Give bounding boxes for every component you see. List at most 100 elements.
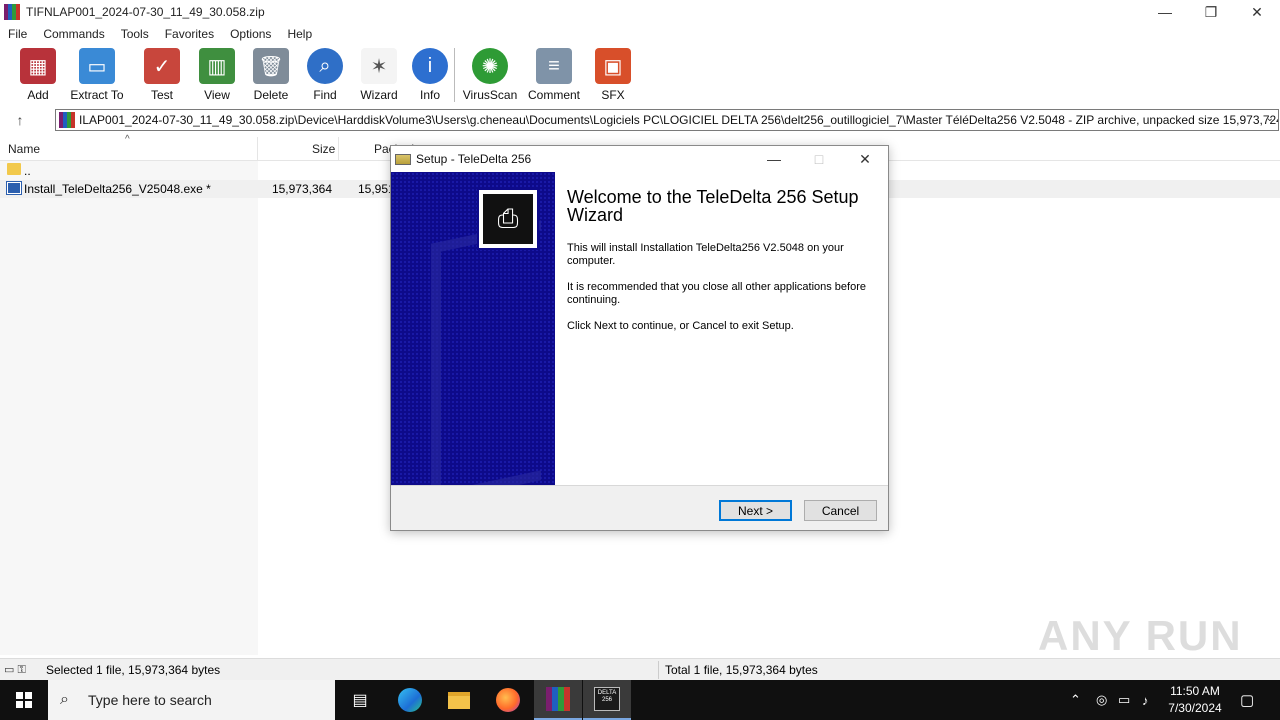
- view-button[interactable]: ▥ View: [196, 44, 238, 102]
- zip-archive-icon: [59, 112, 75, 128]
- status-divider: [658, 661, 659, 679]
- magic-wand-icon: ✶: [361, 48, 397, 84]
- column-divider[interactable]: [338, 137, 339, 161]
- status-bar: ▭ ⚿ Selected 1 file, 15,973,364 bytes To…: [0, 658, 1280, 680]
- taskbar-search[interactable]: ⌕ Type here to search: [48, 680, 335, 720]
- recommend-text: It is recommended that you close all oth…: [567, 281, 866, 306]
- setup-icon: [395, 153, 411, 165]
- add-label: Add: [27, 88, 49, 102]
- arrow-graphic: [431, 220, 541, 485]
- view-book-icon: ▥: [199, 48, 235, 84]
- extract-to-button[interactable]: ▭ Extract To: [70, 44, 124, 102]
- sfx-label: SFX: [601, 88, 625, 102]
- menu-favorites[interactable]: Favorites: [157, 27, 222, 41]
- search-placeholder: Type here to search: [88, 692, 212, 708]
- dialog-close-button[interactable]: ✕: [842, 146, 888, 172]
- edge-icon[interactable]: [386, 680, 434, 720]
- menu-bar: File Commands Tools Favorites Options He…: [0, 24, 1280, 44]
- column-divider[interactable]: [257, 137, 258, 161]
- anyrun-watermark: ANY RUN: [1038, 612, 1243, 659]
- comment-button[interactable]: ≡ Comment: [527, 44, 581, 102]
- window-titlebar: TIFNLAP001_2024-07-30_11_49_30.058.zip: [0, 0, 1280, 24]
- close-button[interactable]: ✕: [1234, 0, 1280, 24]
- exe-file-icon: [6, 181, 22, 195]
- folder-icon: [7, 163, 21, 175]
- delete-label: Delete: [253, 88, 289, 102]
- delete-button[interactable]: 🗑 Delete: [250, 44, 292, 102]
- firefox-icon[interactable]: [484, 680, 532, 720]
- test-label: Test: [150, 88, 173, 102]
- dialog-body: ⎙ Welcome to the TeleDelta 256 Setup Wiz…: [391, 172, 888, 485]
- computer-install-icon: ⎙: [483, 194, 533, 244]
- chevron-down-icon[interactable]: ⌄: [1266, 113, 1274, 124]
- toolbar-separator: [454, 48, 455, 102]
- add-button[interactable]: ▦ Add: [18, 44, 58, 102]
- next-button[interactable]: Next >: [719, 500, 792, 521]
- clock-time: 11:50 AM: [1170, 684, 1220, 698]
- virus-scan-icon: ✺: [472, 48, 508, 84]
- extract-to-label: Extract To: [70, 88, 124, 102]
- find-button[interactable]: ⌕ Find: [305, 44, 345, 102]
- test-button[interactable]: ✓ Test: [142, 44, 182, 102]
- taskbar: ⌕ Type here to search ▤ DELTA 256 ⌃ ◎ ▭ ♪…: [0, 680, 1280, 720]
- dialog-separator: [391, 485, 888, 486]
- welcome-heading: Welcome to the TeleDelta 256 Setup Wizar…: [567, 187, 859, 225]
- info-button[interactable]: i Info: [412, 44, 448, 102]
- trash-icon: 🗑: [253, 48, 289, 84]
- up-arrow-icon[interactable]: ↑: [0, 112, 40, 128]
- drive-key-icon: ▭ ⚿: [4, 663, 26, 676]
- start-button[interactable]: [0, 680, 48, 720]
- teledelta-icon[interactable]: DELTA 256: [583, 680, 631, 720]
- info-label: Info: [419, 88, 440, 102]
- minimize-button[interactable]: —: [1142, 0, 1188, 24]
- winrar-icon[interactable]: [534, 680, 582, 720]
- install-text: This will install Installation TeleDelta…: [567, 242, 844, 267]
- extract-folder-icon: ▭: [79, 48, 115, 84]
- menu-file[interactable]: File: [0, 27, 35, 41]
- volume-icon[interactable]: ♪: [1142, 680, 1149, 720]
- file-size: 15,973,364: [271, 182, 332, 196]
- network-icon[interactable]: ▭: [1118, 680, 1130, 720]
- virusscan-button[interactable]: ✺ VirusScan: [463, 44, 517, 102]
- column-name[interactable]: Name: [8, 142, 40, 156]
- windows-logo-icon: [16, 692, 32, 708]
- wizard-side-image: ⎙: [391, 172, 555, 485]
- taskbar-clock[interactable]: 11:50 AM 7/30/2024: [1160, 683, 1230, 717]
- cancel-button[interactable]: Cancel: [804, 500, 877, 521]
- info-icon: i: [412, 48, 448, 84]
- dialog-title: Setup - TeleDelta 256: [416, 152, 532, 166]
- test-clipboard-icon: ✓: [144, 48, 180, 84]
- meet-now-icon[interactable]: ◎: [1096, 680, 1107, 720]
- menu-tools[interactable]: Tools: [113, 27, 157, 41]
- dialog-maximize-button: □: [814, 151, 824, 167]
- window-title: TIFNLAP001_2024-07-30_11_49_30.058.zip: [26, 5, 265, 19]
- toolbar: ▦ Add ▭ Extract To ✓ Test ▥ View 🗑 Delet…: [0, 44, 1280, 106]
- file-explorer-icon[interactable]: [435, 680, 483, 720]
- setup-logo: ⎙: [477, 188, 539, 250]
- file-name: Install_TeleDelta256_V25048.exe *: [24, 182, 211, 196]
- menu-commands[interactable]: Commands: [35, 27, 112, 41]
- file-name: ..: [24, 164, 31, 178]
- menu-help[interactable]: Help: [279, 27, 320, 41]
- tray-chevron-icon[interactable]: ⌃: [1070, 680, 1081, 720]
- clock-date: 7/30/2024: [1168, 701, 1222, 715]
- setup-dialog: Setup - TeleDelta 256 — □ ✕ ⎙ Welcome to…: [390, 145, 889, 531]
- wizard-label: Wizard: [360, 88, 398, 102]
- restore-button[interactable]: ❐: [1188, 0, 1234, 24]
- dialog-minimize-button[interactable]: —: [751, 146, 797, 172]
- address-bar[interactable]: ILAP001_2024-07-30_11_49_30.058.zip\Devi…: [55, 109, 1279, 131]
- column-size[interactable]: Size: [312, 142, 335, 156]
- comment-label: Comment: [527, 88, 580, 102]
- add-archive-icon: ▦: [20, 48, 56, 84]
- sfx-button[interactable]: ▣ SFX: [593, 44, 633, 102]
- winrar-app-icon: [4, 4, 20, 20]
- search-icon: ⌕: [60, 691, 69, 708]
- magnifier-icon: ⌕: [307, 48, 343, 84]
- comment-icon: ≡: [536, 48, 572, 84]
- notifications-icon[interactable]: ▢: [1240, 680, 1254, 720]
- menu-options[interactable]: Options: [222, 27, 279, 41]
- continue-text: Click Next to continue, or Cancel to exi…: [567, 320, 794, 332]
- task-view-icon[interactable]: ▤: [336, 680, 384, 720]
- view-label: View: [204, 88, 230, 102]
- wizard-button[interactable]: ✶ Wizard: [358, 44, 400, 102]
